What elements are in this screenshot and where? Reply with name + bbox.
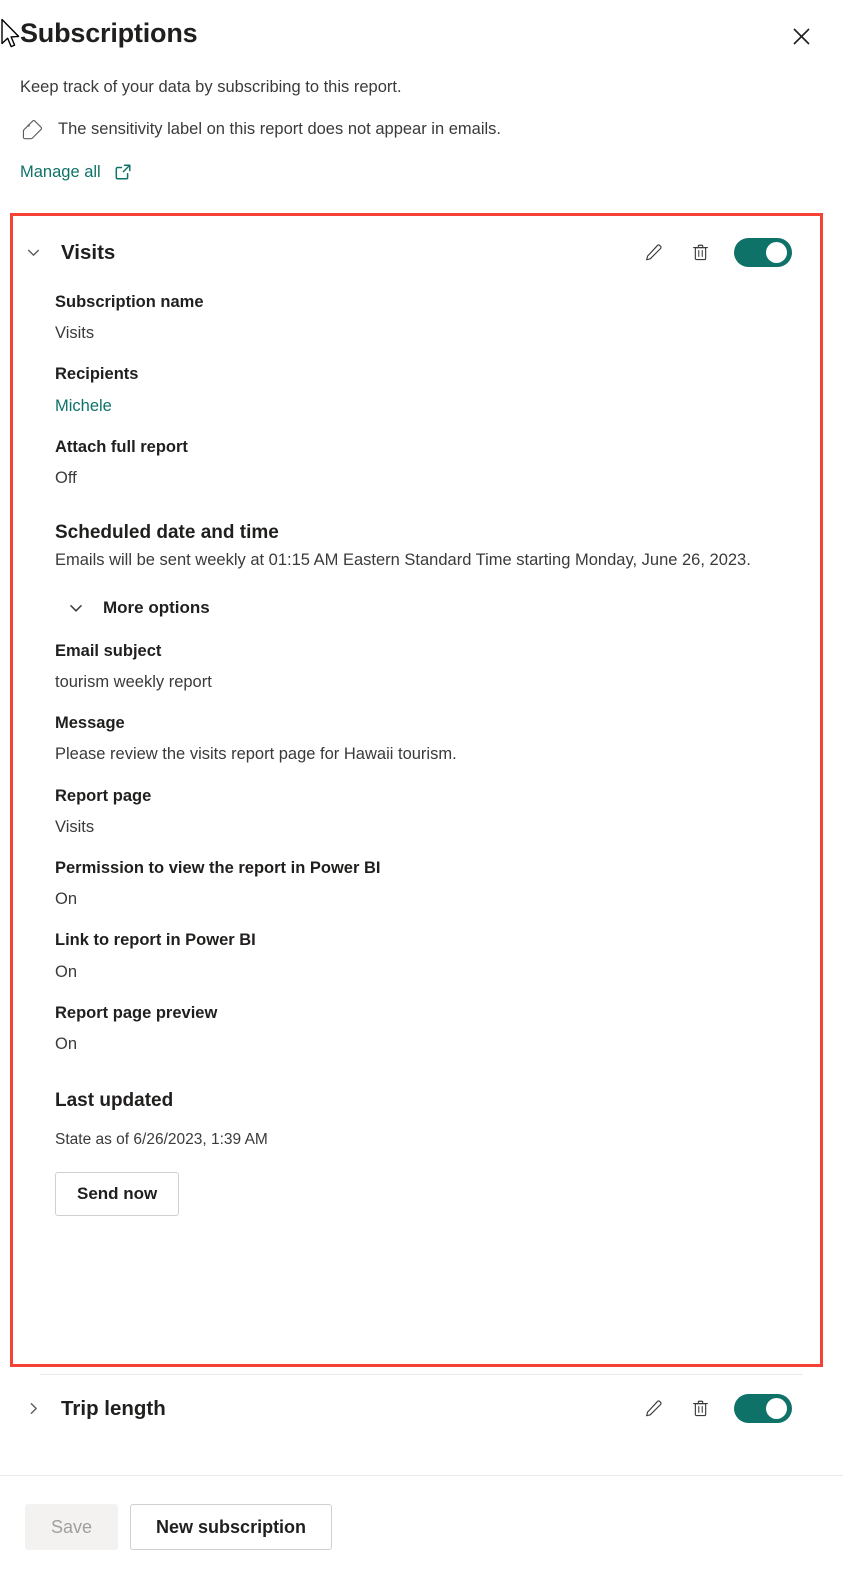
field-last-updated: Last updated State as of 6/26/2023, 1:39… bbox=[55, 1088, 796, 1217]
field-label: Recipients bbox=[55, 365, 139, 384]
chevron-down-icon[interactable] bbox=[20, 240, 46, 266]
tag-icon bbox=[20, 117, 45, 142]
subscription-card-visits: Visits Subscription name Visits Recipien… bbox=[13, 216, 820, 1234]
delete-trash-icon[interactable] bbox=[687, 240, 713, 266]
list-divider bbox=[40, 1374, 803, 1375]
subscription-card-trip-length[interactable]: Trip length bbox=[13, 1376, 820, 1441]
field-value: tourism weekly report bbox=[55, 673, 212, 692]
panel-footer: Save New subscription bbox=[0, 1475, 843, 1588]
subscription-actions bbox=[640, 238, 792, 267]
toggle-knob bbox=[766, 1398, 787, 1419]
field-label: Scheduled date and time bbox=[55, 522, 279, 544]
last-updated-label: Last updated bbox=[55, 1089, 174, 1111]
title-row: Subscriptions bbox=[20, 18, 823, 52]
footer-actions: Save New subscription bbox=[0, 1476, 843, 1550]
field-label: Permission to view the report in Power B… bbox=[55, 858, 381, 877]
close-icon[interactable] bbox=[785, 20, 817, 52]
page-title: Subscriptions bbox=[20, 18, 198, 48]
field-email-subject: Email subject tourism weekly report bbox=[55, 640, 796, 694]
field-label: Link to report in Power BI bbox=[55, 931, 256, 950]
field-value: Off bbox=[55, 468, 77, 487]
field-label: Report page bbox=[55, 786, 152, 805]
field-value: Visits bbox=[55, 324, 95, 343]
field-value: Please review the visits report page for… bbox=[55, 745, 457, 764]
field-report-page: Report page Visits bbox=[55, 785, 796, 839]
field-value: On bbox=[55, 1034, 78, 1053]
field-value: On bbox=[55, 962, 78, 981]
panel-subtitle: Keep track of your data by subscribing t… bbox=[20, 78, 402, 96]
field-message: Message Please review the visits report … bbox=[55, 712, 796, 766]
field-label: Message bbox=[55, 714, 125, 733]
sensitivity-notice-text: The sensitivity label on this report doe… bbox=[58, 120, 501, 139]
manage-all-link[interactable]: Manage all bbox=[20, 163, 101, 182]
chevron-down-icon[interactable] bbox=[66, 598, 86, 618]
field-label: Email subject bbox=[55, 641, 162, 660]
sensitivity-notice: The sensitivity label on this report doe… bbox=[20, 117, 823, 142]
more-options-toggle[interactable]: More options bbox=[66, 598, 796, 618]
field-value: Visits bbox=[55, 817, 95, 836]
field-subscription-name: Subscription name Visits bbox=[55, 291, 796, 345]
field-value: On bbox=[55, 890, 78, 909]
send-now-button[interactable]: Send now bbox=[55, 1172, 180, 1217]
field-recipients: Recipients Michele bbox=[55, 363, 796, 417]
delete-trash-icon[interactable] bbox=[687, 1396, 713, 1422]
toggle-knob bbox=[766, 242, 787, 263]
new-subscription-button[interactable]: New subscription bbox=[130, 1504, 333, 1550]
external-link-icon[interactable] bbox=[113, 162, 133, 182]
field-label: Subscription name bbox=[55, 293, 204, 311]
subscription-name-heading: Trip length bbox=[61, 1396, 166, 1420]
subscriptions-list: Visits Subscription name Visits Recipien… bbox=[0, 213, 843, 1475]
field-label: Report page preview bbox=[55, 1003, 218, 1022]
more-options-label: More options bbox=[103, 597, 210, 617]
field-label: Attach full report bbox=[55, 437, 188, 456]
field-link-to-report: Link to report in Power BI On bbox=[55, 929, 796, 983]
panel-header: Subscriptions Keep track of your data by… bbox=[0, 0, 843, 182]
subscription-card-header[interactable]: Visits bbox=[13, 216, 820, 281]
subscription-toggle[interactable] bbox=[734, 238, 792, 267]
edit-pencil-icon[interactable] bbox=[640, 1396, 666, 1422]
field-permission-view-report: Permission to view the report in Power B… bbox=[55, 857, 796, 911]
subscription-toggle[interactable] bbox=[734, 1394, 792, 1423]
subscription-details: Subscription name Visits Recipients Mich… bbox=[13, 281, 820, 1217]
field-report-page-preview: Report page preview On bbox=[55, 1002, 796, 1056]
subscription-name-heading: Visits bbox=[61, 240, 116, 264]
field-scheduled-date-time: Scheduled date and time Emails will be s… bbox=[55, 520, 796, 572]
edit-pencil-icon[interactable] bbox=[640, 240, 666, 266]
manage-all-row[interactable]: Manage all bbox=[20, 162, 823, 182]
field-attach-full-report: Attach full report Off bbox=[55, 436, 796, 490]
last-updated-value: State as of 6/26/2023, 1:39 AM bbox=[55, 1130, 268, 1148]
chevron-right-icon[interactable] bbox=[20, 1396, 46, 1422]
save-button[interactable]: Save bbox=[25, 1504, 119, 1550]
subscription-actions bbox=[640, 1394, 792, 1423]
recipient-chip[interactable]: Michele bbox=[55, 395, 796, 418]
field-value: Emails will be sent weekly at 01:15 AM E… bbox=[55, 550, 751, 569]
